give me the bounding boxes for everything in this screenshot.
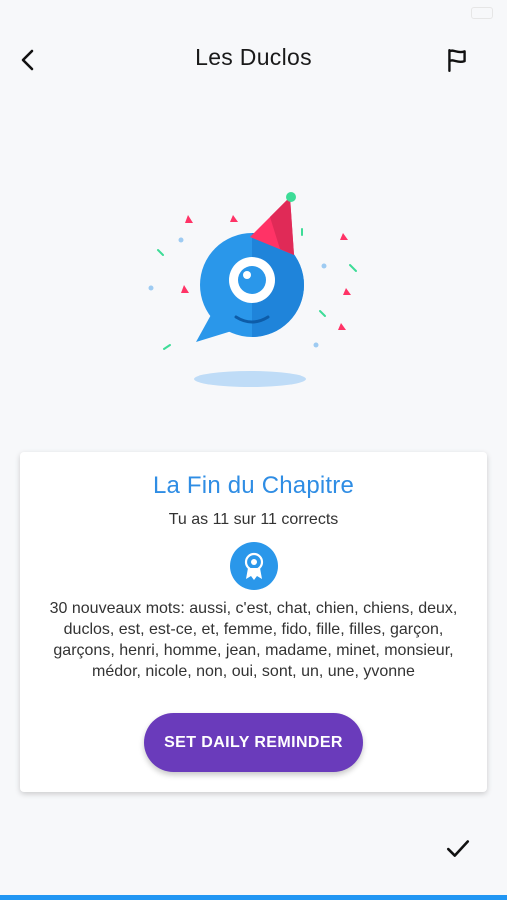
checkmark-icon: [446, 840, 470, 857]
chapter-end-title: La Fin du Chapitre: [152, 472, 355, 499]
report-flag-button[interactable]: [439, 42, 475, 78]
party-mascot-image: [148, 192, 357, 387]
award-badge: [230, 542, 278, 590]
app-header: Les Duclos: [0, 30, 507, 90]
status-bar: [0, 0, 507, 24]
score-text: Tu as 11 sur 11 corrects: [168, 511, 339, 528]
award-ribbon-icon: [244, 552, 264, 580]
celebration-illustration: [140, 185, 370, 395]
chapter-result-card: La Fin du Chapitre Tu as 11 sur 11 corre…: [20, 452, 487, 792]
new-words-list: 30 nouveaux mots: aussi, c'est, chat, ch…: [49, 600, 458, 680]
bottom-progress-bar: [0, 895, 507, 900]
chevron-left-icon: [21, 49, 34, 71]
back-button[interactable]: [10, 42, 46, 78]
page-title: Les Duclos: [195, 44, 312, 70]
flag-icon: [448, 49, 466, 73]
done-button[interactable]: [440, 830, 476, 866]
set-daily-reminder-button[interactable]: SET DAILY REMINDER: [144, 713, 363, 772]
battery-icon: [471, 7, 493, 19]
